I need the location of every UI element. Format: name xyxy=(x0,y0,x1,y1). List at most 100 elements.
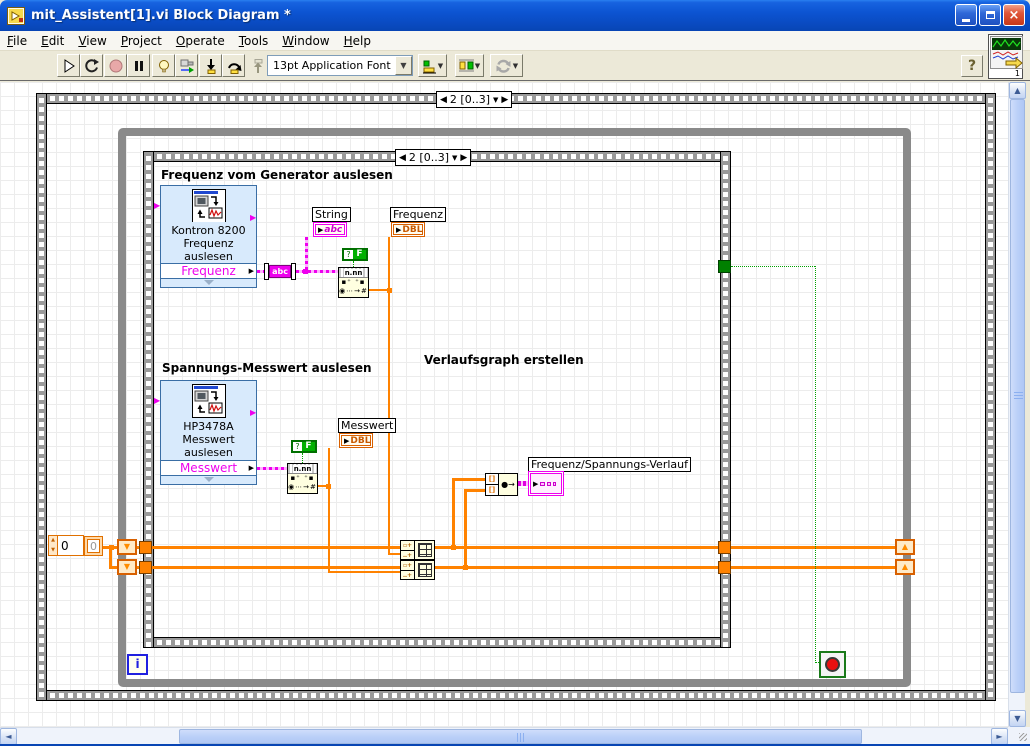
menu-tools[interactable]: Tools xyxy=(232,32,276,50)
loop-iteration-terminal[interactable]: i xyxy=(127,654,148,675)
abort-button[interactable] xyxy=(104,54,127,77)
shift-register-left[interactable]: ▼ xyxy=(117,559,137,575)
previous-frame-icon[interactable]: ◀ xyxy=(440,95,447,105)
menu-window[interactable]: Window xyxy=(275,32,336,50)
inner-sequence-bottom-border[interactable] xyxy=(143,637,731,648)
tunnel-array[interactable] xyxy=(718,541,731,554)
increment-decrement-icon[interactable]: ▲ ▼ xyxy=(49,536,58,555)
string-indicator-terminal[interactable]: ▶ abc xyxy=(313,222,347,237)
vertical-scrollbar-thumb[interactable] xyxy=(1010,99,1025,693)
expand-chevron-icon[interactable] xyxy=(203,476,214,484)
run-button[interactable] xyxy=(57,54,80,77)
array-constant[interactable]: 0 xyxy=(84,536,103,556)
frequenz-dbl-indicator-terminal[interactable]: ▶ DBL xyxy=(391,222,425,237)
inner-sequence-selector-label[interactable]: 2 [0..3] xyxy=(409,151,449,164)
menu-edit[interactable]: Edit xyxy=(34,32,71,50)
indicator-label-frequenz[interactable]: Frequenz xyxy=(390,207,447,222)
context-help-button[interactable]: ? xyxy=(961,55,983,77)
dropdown-icon[interactable]: ▼ xyxy=(493,96,498,104)
output-arrow-icon: ▶ xyxy=(248,267,254,276)
expand-chevron-icon[interactable] xyxy=(203,279,214,287)
menu-view[interactable]: View xyxy=(71,32,113,50)
bundle-node[interactable]: [] [] ●→ xyxy=(485,473,518,496)
wire-array-a2 xyxy=(434,546,721,549)
menu-help[interactable]: Help xyxy=(337,32,378,50)
outer-sequence-bottom-border[interactable] xyxy=(36,690,996,701)
horizontal-scrollbar[interactable]: ◄ ► xyxy=(0,727,1008,745)
messwert-dbl-indicator-terminal[interactable]: ▶ DBL xyxy=(339,433,373,448)
indicator-label-graph[interactable]: Frequenz/Spannungs-Verlauf xyxy=(528,457,691,472)
next-frame-icon[interactable]: ▶ xyxy=(501,95,508,105)
build-array-node[interactable]: ▫+ ‥+ xyxy=(400,540,435,560)
align-objects-button[interactable]: ▼ xyxy=(418,54,447,77)
tunnel-array[interactable] xyxy=(718,561,731,574)
scroll-left-icon: ◄ xyxy=(5,732,12,741)
menu-file[interactable]: File xyxy=(0,32,34,50)
build-array-array-icon: ‥+ xyxy=(402,552,413,559)
distribute-objects-button[interactable]: ▼ xyxy=(455,54,484,77)
outer-sequence-right-border[interactable] xyxy=(985,93,996,701)
font-selector-dropdown[interactable]: ▼ xyxy=(395,56,412,75)
resize-grip[interactable] xyxy=(1008,727,1030,744)
scan-from-string-node[interactable]: n.nn ▪⁺ ⁺▪ ◉⋯→# xyxy=(338,267,369,298)
menu-project[interactable]: Project xyxy=(114,32,169,50)
menu-operate[interactable]: Operate xyxy=(169,32,232,50)
xy-graph-indicator-terminal[interactable]: ▶ xyxy=(528,471,564,496)
bundle-array-input-icon: [] xyxy=(486,474,498,485)
step-over-button[interactable] xyxy=(222,54,245,77)
scroll-up-button[interactable]: ▲ xyxy=(1009,82,1026,99)
build-array-node[interactable]: ▫+ ‥+ xyxy=(400,560,435,580)
close-button[interactable]: × xyxy=(1003,4,1025,26)
font-selector[interactable]: 13pt Application Font ▼ xyxy=(267,55,413,76)
indicator-label-string[interactable]: String xyxy=(312,207,351,222)
loop-condition-terminal[interactable] xyxy=(819,651,846,678)
wire-bundle-in1 xyxy=(452,478,485,481)
trim-whitespace-node[interactable]: abc xyxy=(264,263,296,280)
next-frame-icon[interactable]: ▶ xyxy=(460,153,467,163)
shift-register-right[interactable]: ▲ xyxy=(895,539,915,555)
terminal-arrow-icon: ▶ xyxy=(344,436,350,445)
express-vi-hp3478a[interactable]: HP3478A Messwert auslesen Messwert ▶ xyxy=(160,380,257,485)
previous-frame-icon[interactable]: ◀ xyxy=(399,153,406,163)
outer-sequence-selector[interactable]: ◀ 2 [0..3] ▼ ▶ xyxy=(436,91,513,108)
highlight-execution-button[interactable] xyxy=(152,54,175,77)
minimize-button[interactable] xyxy=(955,4,977,26)
scan-from-string-node[interactable]: n.nn ▪⁺ ⁺▪ ◉⋯→# xyxy=(287,463,318,494)
wire-junction xyxy=(109,545,114,550)
reorder-objects-button[interactable]: ▼ xyxy=(490,54,523,77)
indicator-label-messwert[interactable]: Messwert xyxy=(338,418,397,433)
vi-icon[interactable]: 1 xyxy=(988,34,1023,79)
outer-sequence-left-border[interactable] xyxy=(36,93,47,701)
pause-button[interactable] xyxy=(127,54,150,77)
inner-sequence-selector[interactable]: ◀ 2 [0..3] ▼ ▶ xyxy=(395,149,472,166)
express-vi-kontron[interactable]: Kontron 8200 Frequenz auslesen Frequenz … xyxy=(160,185,257,288)
scan-glyph-row: ▪⁺ ⁺▪ xyxy=(290,474,315,482)
shift-register-right[interactable]: ▲ xyxy=(895,559,915,575)
wire-junction xyxy=(463,565,468,570)
false-constant[interactable]: ? F xyxy=(342,248,368,261)
retain-wire-values-button[interactable] xyxy=(175,54,198,77)
title-bar[interactable]: mit_Assistent[1].vi Block Diagram * × xyxy=(0,0,1030,31)
step-into-button[interactable] xyxy=(199,54,222,77)
tunnel-array[interactable] xyxy=(139,541,152,554)
shift-register-left[interactable]: ▼ xyxy=(117,539,137,555)
scroll-down-button[interactable]: ▼ xyxy=(1009,710,1026,727)
dropdown-icon[interactable]: ▼ xyxy=(452,154,457,162)
scroll-left-button[interactable]: ◄ xyxy=(0,728,17,745)
outer-sequence-top-border[interactable] xyxy=(36,93,996,104)
tunnel-array[interactable] xyxy=(139,561,152,574)
scroll-right-button[interactable]: ► xyxy=(991,728,1008,745)
numeric-constant-zero[interactable]: ▲ ▼ 0 xyxy=(48,535,84,556)
false-constant[interactable]: ? F xyxy=(291,440,317,453)
vertical-scrollbar[interactable]: ▲ ▼ xyxy=(1008,82,1026,727)
block-diagram-canvas[interactable]: ◀ 2 [0..3] ▼ ▶ ◀ 2 [0..3] ▼ ▶ Frequenz v… xyxy=(0,82,1008,727)
express-vi-output-messwert[interactable]: Messwert ▶ xyxy=(161,460,256,476)
express-vi-output-frequenz[interactable]: Frequenz ▶ xyxy=(161,263,256,280)
outer-sequence-selector-label[interactable]: 2 [0..3] xyxy=(450,93,490,106)
maximize-button[interactable] xyxy=(979,4,1001,26)
tunnel-boolean[interactable] xyxy=(718,260,731,273)
scroll-right-icon: ► xyxy=(996,732,1003,741)
horizontal-scrollbar-thumb[interactable] xyxy=(179,729,862,744)
step-out-button[interactable] xyxy=(246,54,269,77)
run-continuous-button[interactable] xyxy=(80,54,103,77)
